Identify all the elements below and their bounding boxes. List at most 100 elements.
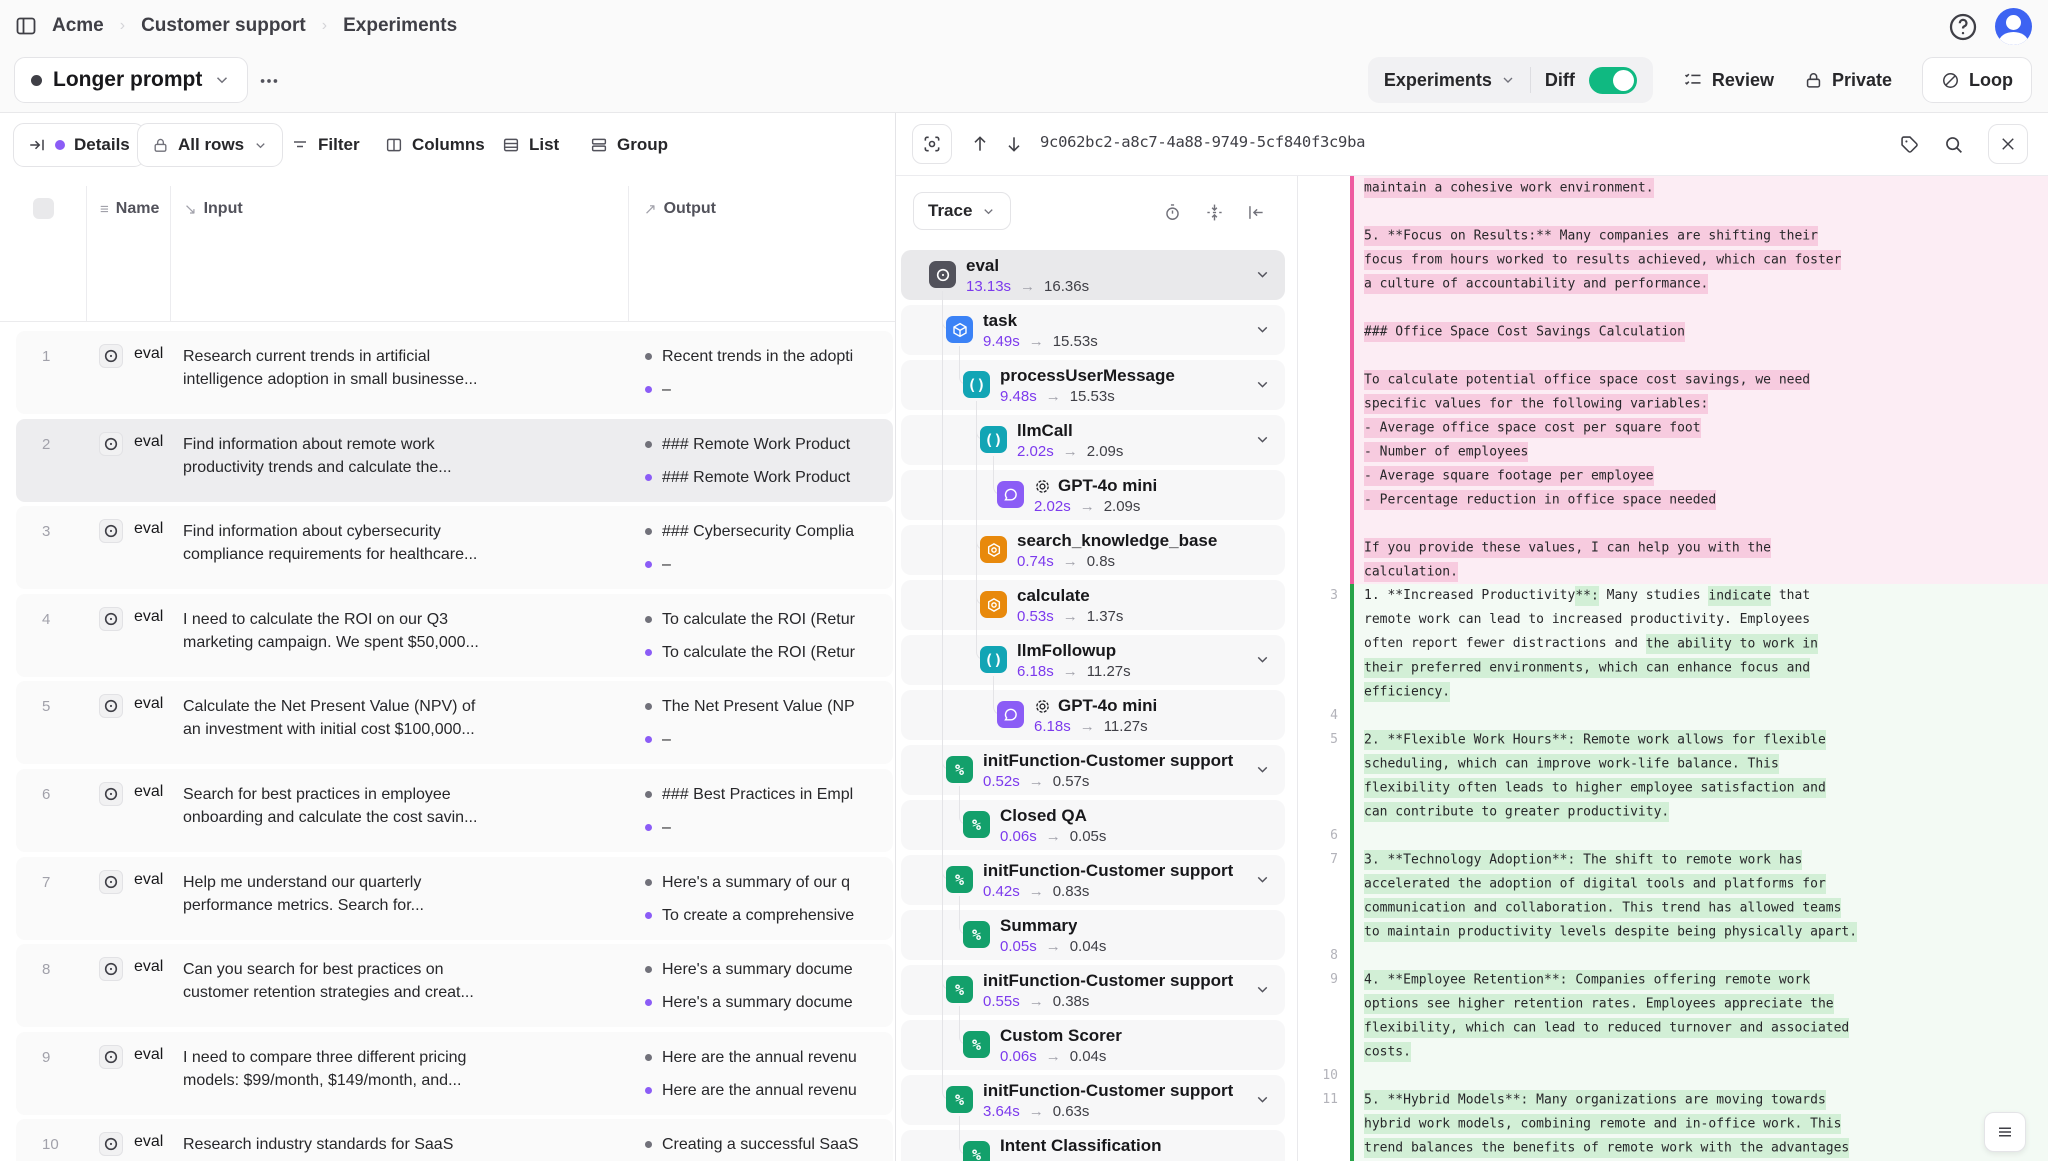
arrow-right-icon: → — [1029, 883, 1044, 900]
group-button[interactable]: Group — [590, 123, 668, 167]
trace-span-intent-classification[interactable]: % Intent Classification 0.13s → 0.08s — [901, 1130, 1285, 1161]
table-row[interactable]: 9 eval I need to compare three different… — [16, 1032, 893, 1115]
experiment-name: Longer prompt — [53, 68, 202, 92]
table-row[interactable]: 10 eval Research industry standards for … — [16, 1119, 893, 1161]
diff-line: 5. **Focus on Results:** Many companies … — [1298, 224, 2048, 296]
table-row[interactable]: 1 eval Research current trends in artifi… — [16, 331, 893, 414]
trace-span-custom-scorer[interactable]: % Custom Scorer 0.06s → 0.04s — [901, 1020, 1285, 1070]
experiment-selector[interactable]: Longer prompt — [14, 57, 248, 103]
trace-span-llmfollowup[interactable]: () llmFollowup 6.18s → 11.27s — [901, 635, 1285, 685]
column-header-name[interactable]: ≡ Name — [100, 200, 159, 218]
select-all-checkbox[interactable] — [33, 198, 54, 219]
next-row-icon[interactable] — [1004, 134, 1024, 154]
collapse-left-icon[interactable] — [1246, 203, 1265, 222]
span-duration-total: 0.04s — [1070, 938, 1107, 955]
raw-view-button[interactable] — [1984, 1112, 2026, 1152]
row-number: 4 — [42, 611, 50, 628]
output-line: To create a comprehensive — [645, 899, 893, 932]
view-mode-group: Experiments Diff — [1368, 57, 1653, 103]
trace-span-initfunction-customer-support-c-[interactable]: % initFunction-Customer support-C... 0.5… — [901, 965, 1285, 1015]
loop-button[interactable]: Loop — [1922, 57, 2032, 103]
span-duration: 6.18s — [1017, 663, 1054, 680]
breadcrumb-project[interactable]: Customer support — [141, 15, 306, 37]
trace-span-task[interactable]: task 9.49s → 15.53s — [901, 305, 1285, 355]
table-row[interactable]: 8 eval Can you search for best practices… — [16, 944, 893, 1027]
trace-span-llmcall[interactable]: () llmCall 2.02s → 2.09s — [901, 415, 1285, 465]
table-row[interactable]: 3 eval Find information about cybersecur… — [16, 506, 893, 589]
prev-row-icon[interactable] — [970, 134, 990, 154]
sidebar-toggle-icon[interactable] — [14, 14, 38, 38]
chevron-down-icon[interactable] — [1254, 981, 1271, 998]
chevron-down-icon[interactable] — [1254, 321, 1271, 338]
chevron-down-icon[interactable] — [1254, 266, 1271, 283]
fn-span-icon: () — [980, 426, 1007, 453]
score-span-icon: % — [946, 866, 973, 893]
chevron-down-icon[interactable] — [1254, 651, 1271, 668]
private-button[interactable]: Private — [1804, 70, 1892, 91]
column-header-input[interactable]: ↘ Input — [184, 200, 243, 218]
output-text: The Net Present Value (NP — [662, 698, 855, 716]
span-durations: 2.02s → 2.09s — [1034, 498, 1140, 515]
span-duration-total: 15.53s — [1070, 388, 1115, 405]
trace-span-gpt-4o-mini[interactable]: GPT-4o mini 2.02s → 2.09s — [901, 470, 1285, 520]
output-dot — [645, 1141, 652, 1148]
output-text: Here's a summary docume — [662, 961, 853, 979]
arrow-right-icon: → — [1080, 718, 1095, 735]
tag-icon[interactable] — [1899, 134, 1920, 155]
trace-span-calculate[interactable]: calculate 0.53s → 1.37s — [901, 580, 1285, 630]
trace-span-processusermessage[interactable]: () processUserMessage 9.48s → 15.53s — [901, 360, 1285, 410]
output-line: Creating a successful SaaS — [645, 1128, 893, 1161]
fit-rows-icon[interactable] — [1205, 203, 1224, 222]
line-number: 3 — [1298, 584, 1350, 704]
trace-span-initfunction-customer-support-c-[interactable]: % initFunction-Customer support-C... 0.5… — [901, 745, 1285, 795]
trace-span-search-knowledge-base[interactable]: search_knowledge_base 0.74s → 0.8s — [901, 525, 1285, 575]
chevron-down-icon[interactable] — [1254, 1091, 1271, 1108]
table-row[interactable]: 6 eval Search for best practices in empl… — [16, 769, 893, 852]
trace-span-eval[interactable]: eval 13.13s → 16.36s — [901, 250, 1285, 300]
diff-line — [1298, 344, 2048, 368]
trace-span-initfunction-customer-support-c-[interactable]: % initFunction-Customer support-C... 0.4… — [901, 855, 1285, 905]
diff-text: 4. **Employee Retention**: Companies off… — [1354, 968, 2048, 1064]
diff-toggle[interactable] — [1589, 67, 1637, 94]
trace-span-initfunction-customer-support-c-[interactable]: % initFunction-Customer support-C... 3.6… — [901, 1075, 1285, 1125]
output-cell: To calculate the ROI (Retur To calculate… — [645, 603, 893, 669]
output-line: Recent trends in the adopti — [645, 340, 893, 373]
output-text: To create a comprehensive — [662, 907, 854, 925]
chevron-down-icon[interactable] — [1254, 761, 1271, 778]
table-row[interactable]: 2 eval Find information about remote wor… — [16, 419, 893, 502]
table-row[interactable]: 5 eval Calculate the Net Present Value (… — [16, 681, 893, 764]
input-cell: Find information about cybersecurity com… — [183, 520, 633, 566]
table-row[interactable]: 7 eval Help me understand our quarterly … — [16, 857, 893, 940]
view-mode-dropdown[interactable]: Experiments — [1384, 70, 1516, 91]
list-button[interactable]: List — [502, 123, 559, 167]
rows-scope-dropdown[interactable]: All rows — [137, 123, 283, 167]
search-icon[interactable] — [1943, 134, 1964, 155]
input-cell: Research current trends in artificial in… — [183, 345, 633, 391]
breadcrumb-section[interactable]: Experiments — [343, 15, 457, 37]
focus-span-button[interactable] — [912, 124, 952, 164]
help-icon[interactable] — [1947, 11, 1979, 43]
trace-panel: 9c062bc2-a8c7-4a88-9749-5cf840f3c9ba Tra… — [895, 113, 2048, 1161]
row-number: 10 — [42, 1136, 59, 1153]
trace-view-dropdown[interactable]: Trace — [913, 192, 1011, 230]
input-cell: Search for best practices in employee on… — [183, 783, 633, 829]
more-menu-icon[interactable] — [258, 70, 280, 92]
filter-button[interactable]: Filter — [291, 123, 360, 167]
table-row[interactable]: 4 eval I need to calculate the ROI on ou… — [16, 594, 893, 677]
breadcrumb-org[interactable]: Acme — [52, 15, 104, 37]
details-button[interactable]: Details — [13, 123, 145, 167]
columns-button[interactable]: Columns — [385, 123, 485, 167]
span-label: processUserMessage — [1000, 366, 1175, 386]
review-button[interactable]: Review — [1683, 70, 1774, 91]
avatar[interactable] — [1995, 8, 2032, 45]
column-header-output[interactable]: ↗ Output — [644, 200, 716, 218]
chevron-down-icon[interactable] — [1254, 376, 1271, 393]
trace-span-summary[interactable]: % Summary 0.05s → 0.04s — [901, 910, 1285, 960]
close-panel-button[interactable] — [1988, 124, 2028, 164]
trace-span-closed-qa[interactable]: % Closed QA 0.06s → 0.05s — [901, 800, 1285, 850]
chevron-down-icon[interactable] — [1254, 871, 1271, 888]
trace-span-gpt-4o-mini[interactable]: GPT-4o mini 6.18s → 11.27s — [901, 690, 1285, 740]
timer-icon[interactable] — [1163, 203, 1182, 222]
chevron-down-icon[interactable] — [1254, 431, 1271, 448]
output-dot — [645, 474, 652, 481]
